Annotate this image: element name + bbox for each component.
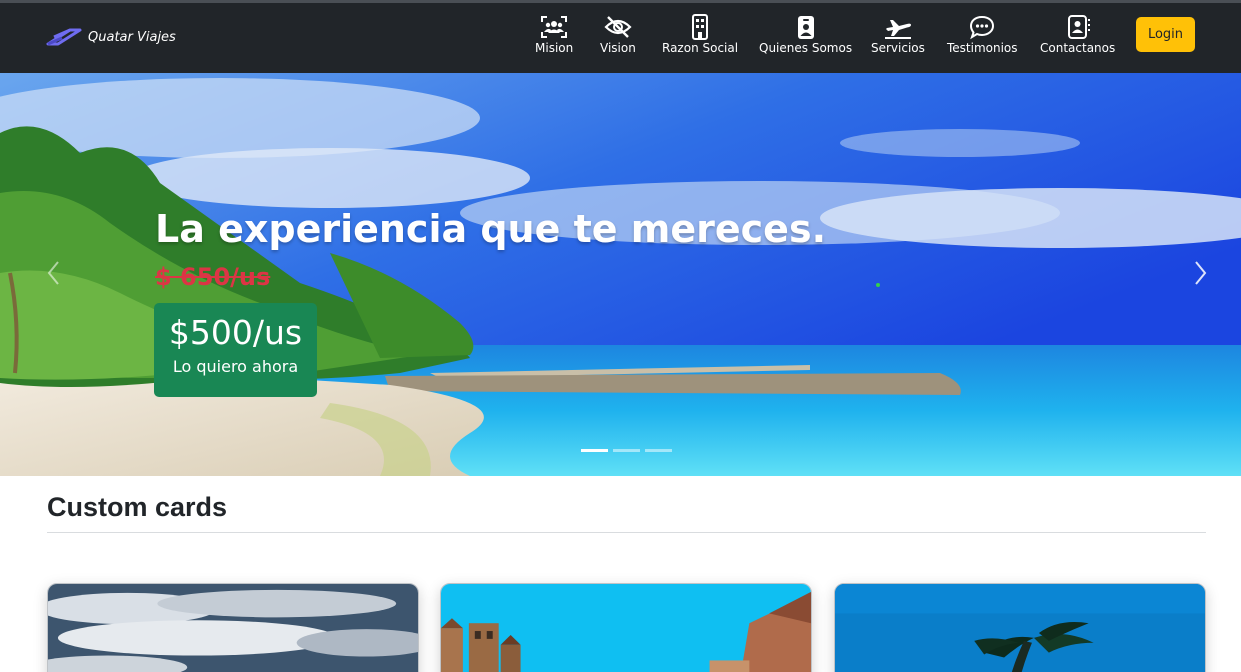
person-lines-icon	[1067, 15, 1090, 39]
cta-label: Lo quiero ahora	[172, 357, 299, 376]
brand[interactable]: Quatar Viajes	[44, 24, 176, 50]
carousel-indicator[interactable]	[581, 449, 608, 452]
card-image-clouds	[48, 584, 418, 672]
card-castle[interactable]	[440, 583, 812, 672]
buy-now-button[interactable]: $500/us Lo quiero ahora	[154, 303, 317, 397]
carousel-indicator[interactable]	[645, 449, 672, 452]
airplane-icon	[884, 20, 911, 39]
nav-label: Testimonios	[947, 41, 1018, 55]
carousel-next-icon[interactable]	[1190, 258, 1210, 288]
nav-item-contactanos[interactable]: Contactanos	[1040, 14, 1115, 60]
card-clouds[interactable]	[47, 583, 419, 672]
nav-item-testimonios[interactable]: Testimonios	[947, 14, 1018, 60]
card-image-palms	[835, 584, 1205, 672]
nav-item-servicios[interactable]: Servicios	[871, 14, 925, 60]
nav-item-vision[interactable]: Vision	[600, 14, 636, 60]
nav-label: Contactanos	[1040, 41, 1116, 55]
nav-label: Quienes Somos	[759, 41, 853, 55]
login-button[interactable]: Login	[1136, 17, 1195, 52]
hero-title: La experiencia que te mereces.	[155, 207, 827, 251]
nav-label: Razon Social	[662, 41, 739, 55]
old-price: $ 650/us	[155, 263, 271, 291]
carousel-indicator[interactable]	[613, 449, 640, 452]
hero-carousel: La experiencia que te mereces. $ 650/us …	[0, 73, 1241, 476]
carousel-prev-icon[interactable]	[44, 258, 64, 288]
nav-label: Mision	[535, 41, 574, 55]
section-divider	[47, 532, 1206, 533]
nav-item-razon-social[interactable]: Razon Social	[662, 14, 738, 60]
card-palms[interactable]	[834, 583, 1206, 672]
eye-slash-icon	[604, 16, 632, 38]
brand-name: Quatar Viajes	[88, 29, 176, 45]
brand-logo-icon	[46, 28, 82, 46]
building-icon	[692, 14, 709, 40]
section-title: Custom cards	[47, 492, 228, 522]
nav-label: Vision	[600, 41, 636, 55]
card-image-castle	[441, 584, 811, 672]
person-badge-icon	[797, 16, 814, 39]
nav-item-mision[interactable]: Mision	[535, 14, 573, 60]
navbar: Quatar Viajes Mision Vision Razon Social	[0, 3, 1241, 73]
chat-dots-icon	[970, 15, 995, 40]
new-price: $500/us	[168, 313, 303, 352]
nav-label: Servicios	[871, 41, 925, 55]
nav-item-quienes-somos[interactable]: Quienes Somos	[759, 14, 852, 60]
carousel-indicators	[581, 449, 672, 452]
people-scan-icon	[541, 16, 568, 38]
